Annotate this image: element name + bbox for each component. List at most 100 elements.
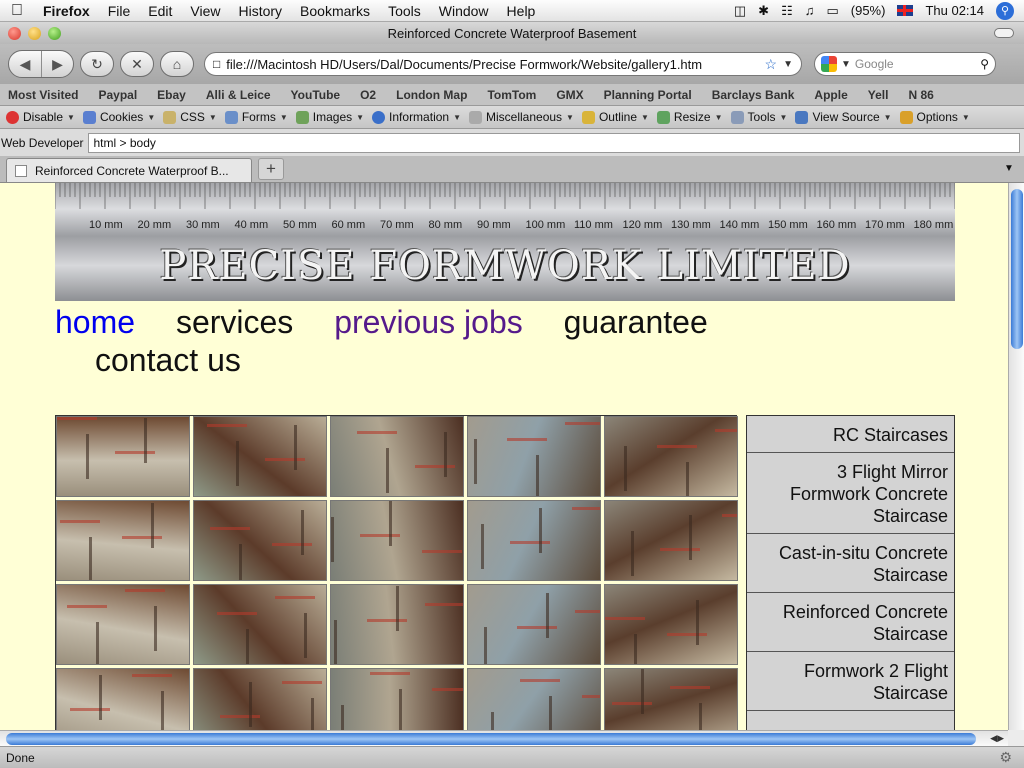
horizontal-scroll-thumb[interactable] bbox=[6, 733, 976, 745]
bookmark-star-icon[interactable]: ☆ bbox=[765, 56, 778, 73]
bookmark-barclays[interactable]: Barclays Bank bbox=[712, 88, 795, 102]
menu-edit[interactable]: Edit bbox=[139, 3, 181, 19]
bookmark-o2[interactable]: O2 bbox=[360, 88, 376, 102]
gallery-photo[interactable] bbox=[193, 668, 327, 730]
gallery-photo[interactable] bbox=[467, 500, 601, 581]
address-bar[interactable]: □ file:///Macintosh HD/Users/Dal/Documen… bbox=[204, 52, 802, 76]
nav-guarantee[interactable]: guarantee bbox=[564, 304, 708, 340]
dev-images-menu[interactable]: Images ▼ bbox=[294, 110, 366, 124]
battery-percent[interactable]: (95%) bbox=[851, 3, 886, 18]
gallery-photo[interactable] bbox=[193, 500, 327, 581]
side-item-cast-in-situ[interactable]: Cast-in-situ Concrete Staircase bbox=[747, 534, 954, 593]
menu-help[interactable]: Help bbox=[498, 3, 545, 19]
toolbar-toggle-button[interactable] bbox=[994, 28, 1014, 38]
magnifier-icon[interactable]: ⚲ bbox=[980, 57, 989, 71]
gallery-photo[interactable] bbox=[330, 584, 464, 665]
menu-window[interactable]: Window bbox=[430, 3, 498, 19]
gallery-photo[interactable] bbox=[330, 668, 464, 730]
bookmark-yell[interactable]: Yell bbox=[868, 88, 889, 102]
forward-button[interactable]: ▶ bbox=[41, 51, 73, 77]
dev-disable-menu[interactable]: Disable ▼ bbox=[4, 110, 77, 124]
menu-file[interactable]: File bbox=[99, 3, 140, 19]
bookmark-youtube[interactable]: YouTube bbox=[291, 88, 341, 102]
bookmark-tomtom[interactable]: TomTom bbox=[487, 88, 536, 102]
gallery-photo[interactable] bbox=[604, 584, 738, 665]
bookmark-gmx[interactable]: GMX bbox=[556, 88, 583, 102]
gallery-photo[interactable] bbox=[467, 668, 601, 730]
dev-forms-menu[interactable]: Forms ▼ bbox=[223, 110, 290, 124]
app-menu[interactable]: Firefox bbox=[34, 3, 99, 19]
google-engine-icon[interactable] bbox=[821, 56, 837, 72]
minimize-window-button[interactable] bbox=[28, 26, 41, 40]
dev-miscellaneous-menu[interactable]: Miscellaneous ▼ bbox=[467, 110, 576, 124]
new-tab-button[interactable]: + bbox=[258, 158, 284, 180]
gallery-photo[interactable] bbox=[193, 584, 327, 665]
spotlight-icon[interactable]: ⚲ bbox=[996, 1, 1014, 20]
url-text[interactable]: file:///Macintosh HD/Users/Dal/Documents… bbox=[226, 57, 758, 72]
resize-grip-icon[interactable]: ⚙ bbox=[999, 749, 1012, 766]
reload-button[interactable]: ↻ bbox=[80, 51, 114, 77]
menu-history[interactable]: History bbox=[229, 3, 291, 19]
bookmark-most-visited[interactable]: Most Visited bbox=[8, 88, 78, 102]
side-item-3-flight-mirror[interactable]: 3 Flight Mirror Formwork Concrete Stairc… bbox=[747, 453, 954, 534]
dev-options-menu[interactable]: Options ▼ bbox=[898, 110, 972, 124]
menu-view[interactable]: View bbox=[181, 3, 229, 19]
side-item-reinforced-concrete[interactable]: Reinforced Concrete Staircase bbox=[747, 593, 954, 652]
nav-contact-us[interactable]: contact us bbox=[95, 342, 241, 378]
gallery-photo[interactable] bbox=[56, 500, 190, 581]
clock[interactable]: Thu 02:14 bbox=[925, 3, 984, 18]
bookmark-paypal[interactable]: Paypal bbox=[98, 88, 137, 102]
bookmark-n86[interactable]: N 86 bbox=[908, 88, 933, 102]
close-window-button[interactable] bbox=[8, 26, 21, 40]
gallery-photo[interactable] bbox=[330, 500, 464, 581]
gallery-photo[interactable] bbox=[56, 416, 190, 497]
gallery-photo[interactable] bbox=[56, 584, 190, 665]
volume-icon[interactable]: ♫ bbox=[805, 3, 815, 18]
gallery-photo[interactable] bbox=[604, 416, 738, 497]
gallery-photo[interactable] bbox=[193, 416, 327, 497]
dev-information-menu[interactable]: Information ▼ bbox=[370, 110, 463, 124]
nav-services[interactable]: services bbox=[176, 304, 293, 340]
bookmark-london-map[interactable]: London Map bbox=[396, 88, 467, 102]
gallery-photo[interactable] bbox=[604, 500, 738, 581]
battery-icon[interactable]: ▭ bbox=[826, 3, 838, 19]
scroll-arrows-icon[interactable]: ◀▶ bbox=[990, 733, 1004, 744]
list-all-tabs-icon[interactable]: ▼ bbox=[998, 158, 1020, 180]
menu-bookmarks[interactable]: Bookmarks bbox=[291, 3, 379, 19]
menu-tools[interactable]: Tools bbox=[379, 3, 430, 19]
gallery-photo[interactable] bbox=[330, 416, 464, 497]
bookmark-alli-leice[interactable]: Alli & Leice bbox=[206, 88, 271, 102]
gallery-photo[interactable] bbox=[467, 584, 601, 665]
vertical-scrollbar[interactable] bbox=[1008, 183, 1024, 730]
back-button[interactable]: ◀ bbox=[9, 51, 41, 77]
url-history-dropdown-icon[interactable]: ▼ bbox=[783, 59, 793, 70]
gallery-photo[interactable] bbox=[604, 668, 738, 730]
side-item-formwork-2-flight[interactable]: Formwork 2 Flight Staircase bbox=[747, 652, 954, 711]
stop-button[interactable]: ✕ bbox=[120, 51, 154, 77]
dev-outline-menu[interactable]: Outline ▼ bbox=[580, 110, 651, 124]
bookmark-apple[interactable]: Apple bbox=[814, 88, 847, 102]
gallery-photo[interactable] bbox=[467, 416, 601, 497]
gallery-photo[interactable] bbox=[56, 668, 190, 730]
input-source-flag-icon[interactable] bbox=[897, 5, 914, 16]
dev-css-menu[interactable]: CSS ▼ bbox=[161, 110, 219, 124]
home-button[interactable]: ⌂ bbox=[160, 51, 194, 77]
bluetooth-icon[interactable]: ✱ bbox=[758, 3, 769, 19]
apple-menu-icon[interactable]:  bbox=[0, 2, 34, 20]
tab-active[interactable]: Reinforced Concrete Waterproof B... bbox=[6, 158, 252, 182]
side-item-rc-staircases[interactable]: RC Staircases bbox=[747, 416, 954, 453]
bookmark-ebay[interactable]: Ebay bbox=[157, 88, 186, 102]
horizontal-scrollbar[interactable]: ◀▶ bbox=[0, 730, 1008, 746]
dev-resize-menu[interactable]: Resize ▼ bbox=[655, 110, 725, 124]
engine-dropdown-icon[interactable]: ▼ bbox=[841, 59, 851, 70]
dev-cookies-menu[interactable]: Cookies ▼ bbox=[81, 110, 157, 124]
search-input[interactable]: Google bbox=[855, 57, 976, 71]
dev-tools-menu[interactable]: Tools ▼ bbox=[729, 110, 790, 124]
nav-home[interactable]: home bbox=[55, 304, 135, 340]
zoom-window-button[interactable] bbox=[48, 26, 61, 40]
vertical-scroll-thumb[interactable] bbox=[1011, 189, 1023, 349]
time-machine-icon[interactable]: ◫ bbox=[734, 3, 746, 19]
dom-breadcrumb[interactable]: html > body bbox=[87, 132, 1020, 153]
dev-view-source-menu[interactable]: View Source ▼ bbox=[793, 110, 893, 124]
wifi-icon[interactable]: ☷ bbox=[781, 3, 793, 19]
